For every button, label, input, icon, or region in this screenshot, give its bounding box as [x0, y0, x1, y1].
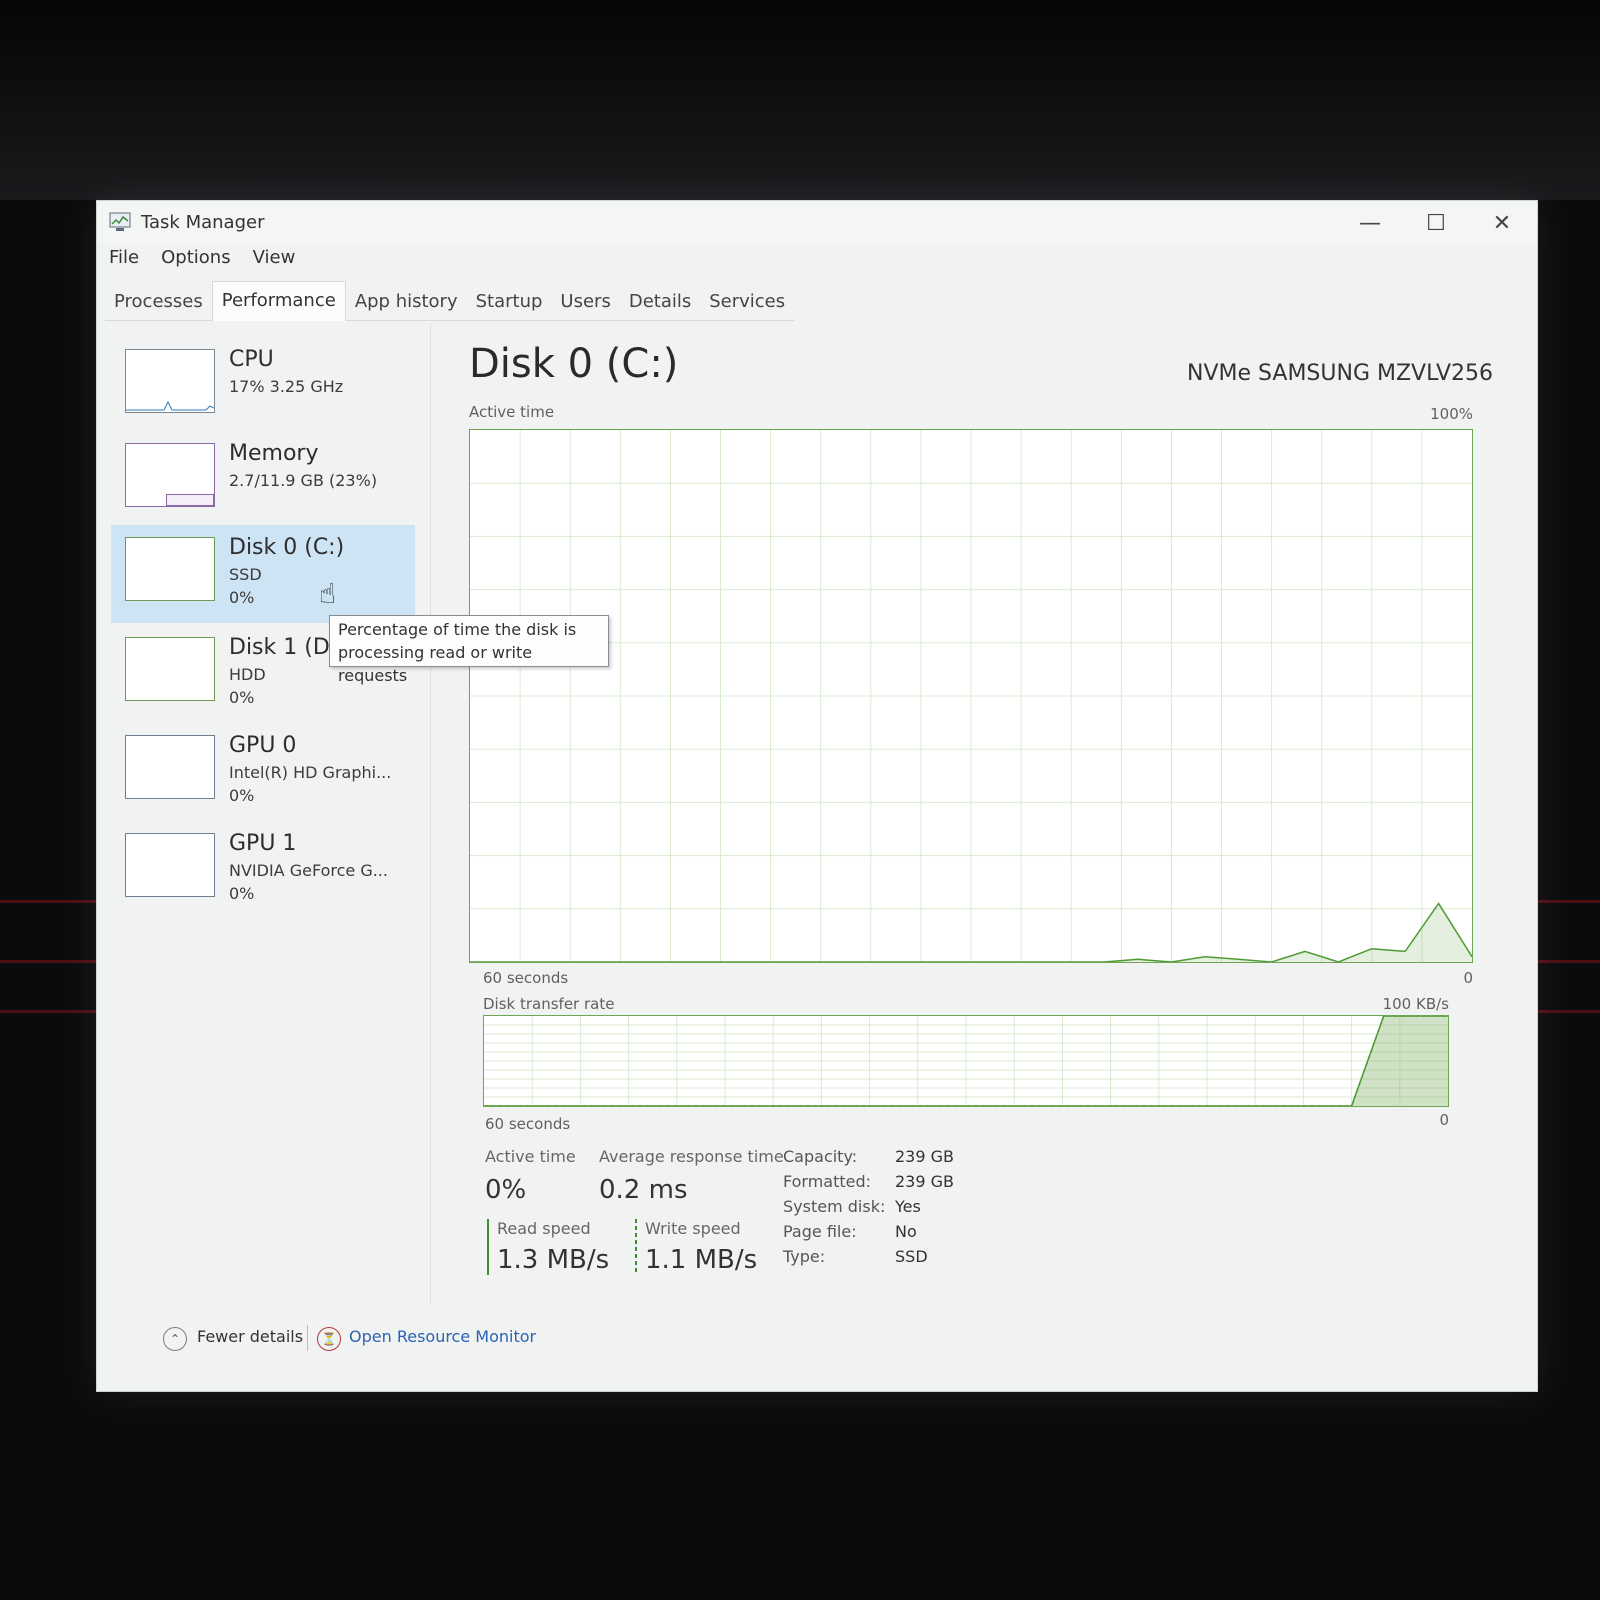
- resource-name: Disk 0 (C:): [229, 535, 345, 560]
- graph-label: Disk transfer rate: [483, 995, 615, 1013]
- maximize-button[interactable]: ☐: [1407, 207, 1465, 239]
- window-title: Task Manager: [141, 212, 265, 233]
- property-value: SSD: [895, 1247, 928, 1266]
- property-value: No: [895, 1222, 917, 1241]
- close-button[interactable]: ✕: [1473, 207, 1531, 239]
- active-time-label: Active time: [485, 1147, 576, 1166]
- tooltip-line: Percentage of time the disk is: [338, 620, 577, 639]
- resource-cpu[interactable]: CPU 17% 3.25 GHz: [111, 337, 415, 435]
- tab-app-history[interactable]: App history: [345, 285, 467, 321]
- resource-name: CPU: [229, 347, 274, 372]
- resource-detail: 17% 3.25 GHz: [229, 377, 344, 396]
- task-manager-icon: [109, 212, 131, 231]
- write-speed-legend-bar: [635, 1219, 637, 1275]
- graph-label: Active time: [469, 403, 555, 421]
- write-speed-value: 1.1 MB/s: [645, 1245, 758, 1275]
- resource-gpu-1[interactable]: GPU 1 NVIDIA GeForce G... 0%: [111, 821, 415, 919]
- tab-performance[interactable]: Performance: [211, 281, 346, 321]
- graph-max-label: 100 KB/s: [1382, 995, 1449, 1013]
- page-title: Disk 0 (C:): [469, 341, 679, 387]
- property-key: Capacity:: [783, 1147, 858, 1166]
- resource-list: CPU 17% 3.25 GHz Memory 2.7/11.9 GB (23%…: [97, 323, 431, 1303]
- property-key: Formatted:: [783, 1172, 872, 1191]
- graph-min-label: 0: [1463, 969, 1473, 987]
- menu-bar: File Options View: [97, 247, 295, 275]
- avg-response-label: Average response time: [599, 1147, 784, 1166]
- tooltip-line: processing read or write requests: [338, 643, 533, 685]
- graph-time-label: 60 seconds: [483, 969, 569, 987]
- disk-transfer-rate-graph: [483, 1015, 1449, 1107]
- write-speed-label: Write speed: [645, 1219, 741, 1238]
- tab-services[interactable]: Services: [700, 285, 795, 321]
- gpu-1-thumbnail-graph: [125, 833, 215, 897]
- resource-detail: 2.7/11.9 GB (23%): [229, 471, 378, 490]
- avg-response-value: 0.2 ms: [599, 1175, 688, 1205]
- title-bar: Task Manager — ☐ ✕: [97, 201, 1537, 243]
- read-speed-value: 1.3 MB/s: [497, 1245, 610, 1275]
- cpu-thumbnail-graph: [125, 349, 215, 413]
- property-key: Page file:: [783, 1222, 857, 1241]
- resource-detail: HDD: [229, 665, 266, 684]
- footer-divider: [307, 1325, 308, 1351]
- menu-view[interactable]: View: [253, 247, 296, 275]
- resource-disk-0[interactable]: Disk 0 (C:) SSD 0%: [111, 525, 415, 623]
- tab-bar: Processes Performance App history Startu…: [105, 281, 795, 321]
- tab-processes[interactable]: Processes: [105, 285, 212, 321]
- hand-cursor-icon: ☝: [319, 577, 337, 610]
- active-time-chart: [470, 430, 1472, 962]
- menu-options[interactable]: Options: [161, 247, 230, 275]
- resource-usage: 0%: [229, 884, 255, 903]
- disk-1-thumbnail-graph: [125, 637, 215, 701]
- tooltip: Percentage of time the disk is processin…: [329, 615, 609, 685]
- resource-monitor-icon[interactable]: ⏳: [317, 1327, 341, 1351]
- minimize-button[interactable]: —: [1341, 207, 1399, 239]
- resource-detail: SSD: [229, 565, 262, 584]
- desktop-background: [0, 0, 1600, 200]
- resource-gpu-0[interactable]: GPU 0 Intel(R) HD Graphi... 0%: [111, 723, 415, 821]
- footer: ⌃ Fewer details ⏳ Open Resource Monitor: [97, 1311, 1537, 1363]
- resource-detail: Intel(R) HD Graphi...: [229, 763, 392, 782]
- graph-max-label: 100%: [1430, 405, 1473, 423]
- property-value: 239 GB: [895, 1147, 954, 1166]
- tab-startup[interactable]: Startup: [466, 285, 552, 321]
- active-time-graph: [469, 429, 1473, 963]
- tab-users[interactable]: Users: [551, 285, 620, 321]
- resource-usage: 0%: [229, 588, 255, 607]
- disk-0-thumbnail-graph: [125, 537, 215, 601]
- active-time-value: 0%: [485, 1175, 527, 1205]
- chevron-up-icon[interactable]: ⌃: [163, 1327, 187, 1351]
- property-value: 239 GB: [895, 1172, 954, 1191]
- menu-file[interactable]: File: [109, 247, 139, 275]
- memory-thumbnail-graph: [125, 443, 215, 507]
- task-manager-window: Task Manager — ☐ ✕ File Options View Pro…: [96, 200, 1538, 1392]
- resource-name: Disk 1 (D: [229, 635, 330, 660]
- graph-min-label: 0: [1439, 1111, 1449, 1129]
- resource-usage: 0%: [229, 688, 255, 707]
- read-speed-label: Read speed: [497, 1219, 591, 1238]
- tab-details[interactable]: Details: [619, 285, 701, 321]
- resource-memory[interactable]: Memory 2.7/11.9 GB (23%): [111, 431, 415, 529]
- open-resource-monitor-link[interactable]: Open Resource Monitor: [349, 1327, 536, 1346]
- graph-time-label: 60 seconds: [485, 1115, 571, 1133]
- property-key: Type:: [783, 1247, 826, 1266]
- gpu-0-thumbnail-graph: [125, 735, 215, 799]
- disk-transfer-rate-chart: [484, 1016, 1448, 1106]
- device-name: NVMe SAMSUNG MZVLV256: [1187, 361, 1493, 386]
- read-speed-legend-bar: [487, 1219, 489, 1275]
- resource-name: GPU 1: [229, 831, 297, 856]
- property-key: System disk:: [783, 1197, 886, 1216]
- resource-name: Memory: [229, 441, 319, 466]
- resource-usage: 0%: [229, 786, 255, 805]
- resource-detail: NVIDIA GeForce G...: [229, 861, 388, 880]
- fewer-details-link[interactable]: Fewer details: [197, 1327, 303, 1346]
- resource-name: GPU 0: [229, 733, 297, 758]
- property-value: Yes: [895, 1197, 921, 1216]
